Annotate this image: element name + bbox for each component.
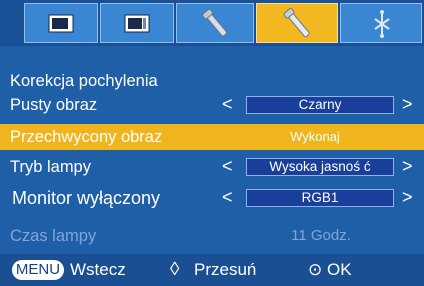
menu-item-keystone[interactable]: Korekcja pochylenia <box>0 68 424 94</box>
wrench-icon <box>202 8 227 37</box>
network-icon <box>374 10 390 38</box>
menu-item-captured-image[interactable]: Przechwycony obraz Wykonaj <box>0 124 424 150</box>
right-arrow[interactable]: > <box>402 155 413 177</box>
blank-image-value: Czarny <box>246 96 394 114</box>
menu-item-label: Korekcja pochylenia <box>10 72 158 90</box>
left-arrow[interactable]: < <box>222 93 233 115</box>
right-arrow[interactable]: > <box>402 186 413 208</box>
left-arrow[interactable]: < <box>222 155 233 177</box>
osd-menu: Korekcja pochylenia Pusty obraz < Czarny… <box>0 0 424 286</box>
move-hint: Przesuń <box>194 260 257 279</box>
screen-icon <box>48 14 74 33</box>
tab-picture[interactable] <box>24 3 98 43</box>
tab-tools[interactable] <box>176 3 254 43</box>
footer-hints: MENU Wstecz ◊ Przesuń ⊙ OK <box>0 254 424 286</box>
tab-bar <box>0 0 424 46</box>
tab-screen[interactable] <box>100 3 174 43</box>
tab-network[interactable] <box>340 3 422 43</box>
lamp-time-value: 11 Godz. <box>291 227 351 244</box>
right-arrow[interactable]: > <box>402 93 413 115</box>
menu-item-monitor-off[interactable]: Monitor wyłączony < RGB1 > <box>0 185 424 211</box>
tab-settings[interactable] <box>256 3 338 43</box>
ok-circle-icon: ⊙ <box>308 260 323 279</box>
menu-item-blank-image[interactable]: Pusty obraz < Czarny > <box>0 92 424 118</box>
left-arrow[interactable]: < <box>222 186 233 208</box>
menu-item-lamp-mode[interactable]: Tryb lampy < Wysoka jasnoś ć > <box>0 154 424 180</box>
back-hint: Wstecz <box>70 260 126 279</box>
wrench-screwdriver-icon <box>283 8 310 38</box>
monitor-icon <box>124 14 150 33</box>
menu-item-label: Monitor wyłączony <box>12 188 161 208</box>
ok-hint: OK <box>327 260 352 279</box>
menu-item-lamp-time: Czas lampy 11 Godz. <box>0 223 424 249</box>
menu-item-label: Tryb lampy <box>10 158 91 176</box>
execute-action[interactable]: Wykonaj <box>250 127 380 147</box>
menu-key-icon: MENU <box>12 260 64 280</box>
menu-item-label: Pusty obraz <box>10 96 98 114</box>
menu-item-label: Przechwycony obraz <box>10 128 163 146</box>
monitor-off-value: RGB1 <box>246 189 394 207</box>
move-arrows-icon: ◊ <box>170 259 180 280</box>
lamp-mode-value: Wysoka jasnoś ć <box>246 158 394 176</box>
menu-item-label: Czas lampy <box>10 227 97 245</box>
